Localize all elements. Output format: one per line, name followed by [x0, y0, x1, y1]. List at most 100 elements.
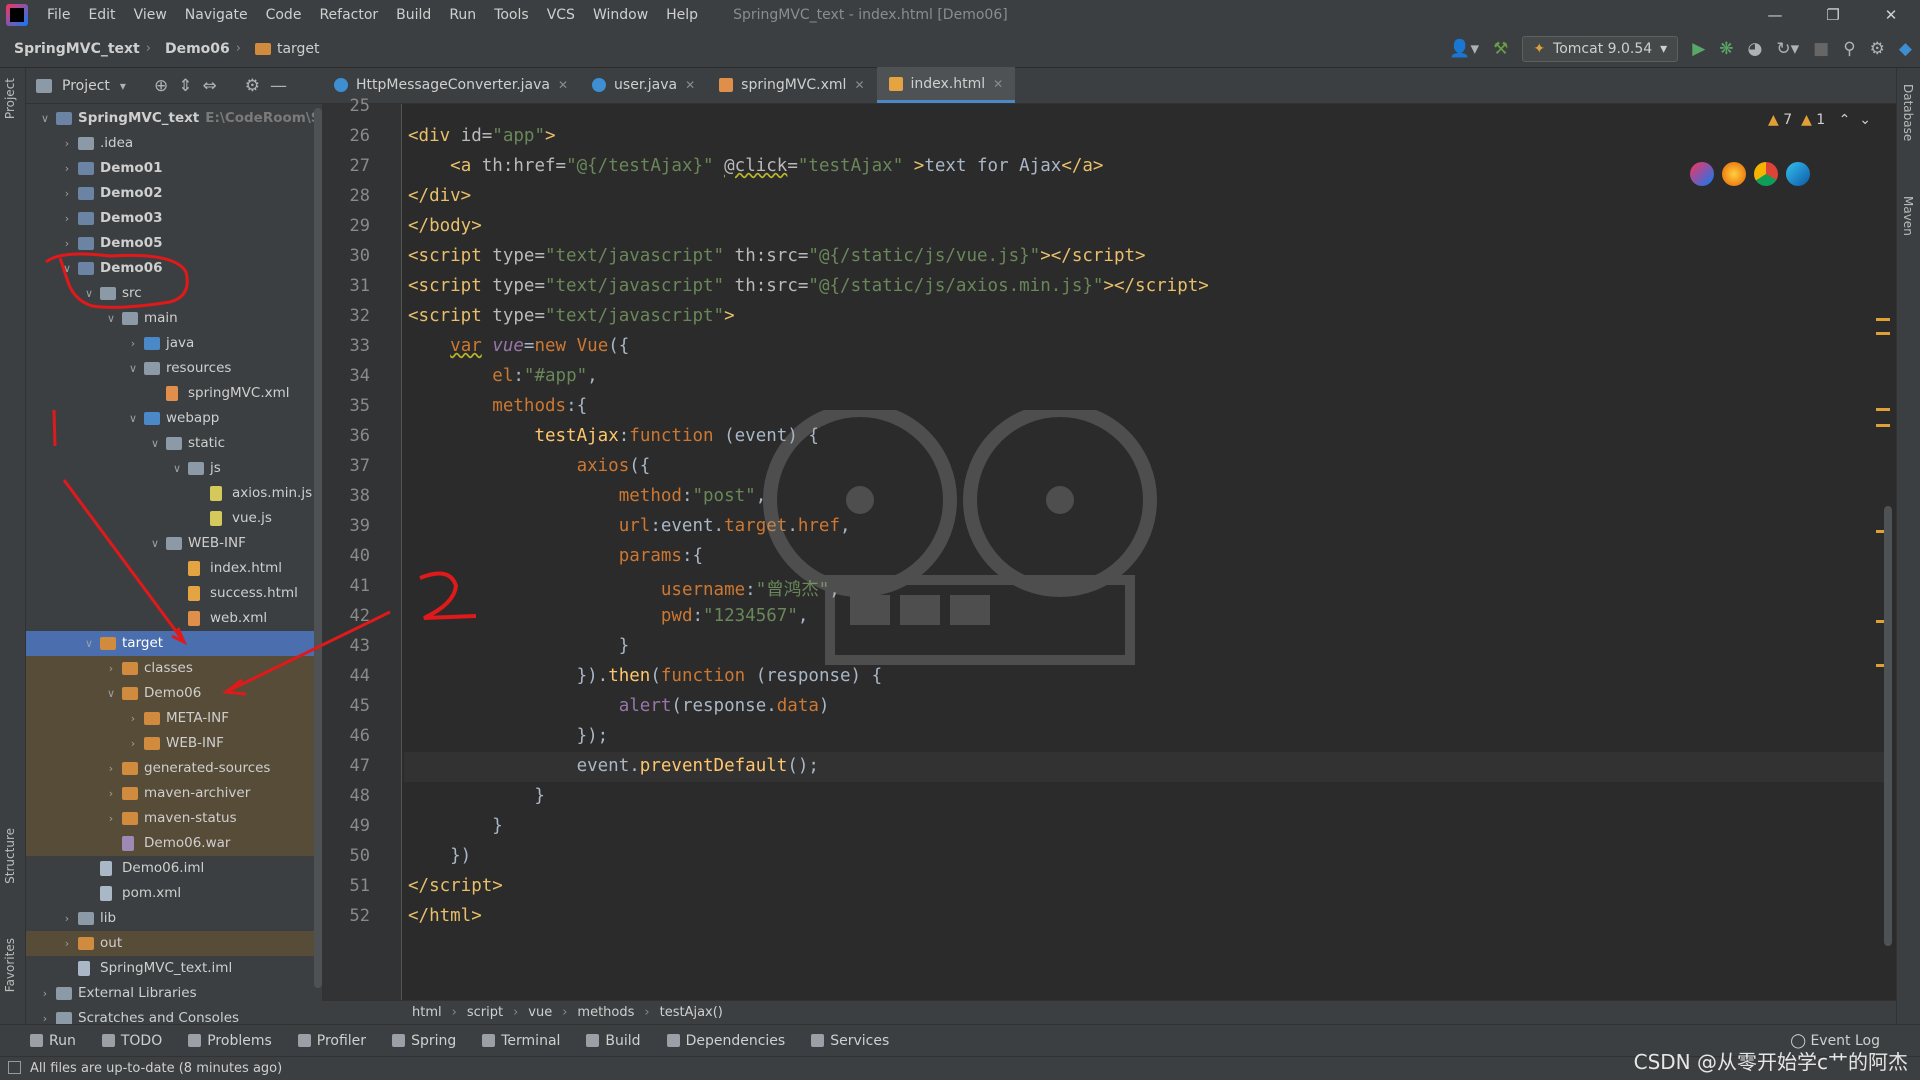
code-line[interactable]: </div>	[408, 186, 471, 206]
chevron-right-icon[interactable]: ›	[126, 706, 140, 731]
chevron-down-icon[interactable]: ∨	[148, 531, 162, 556]
chevron-down-icon[interactable]: ∨	[126, 356, 140, 381]
editor-tab-index-html[interactable]: index.html ✕	[876, 67, 1016, 103]
project-scrollbar[interactable]	[314, 108, 322, 988]
menu-tools[interactable]: Tools	[485, 0, 538, 30]
code-line[interactable]: <div id="app">	[408, 126, 556, 146]
profile-icon[interactable]: ↻▾	[1776, 39, 1799, 59]
code-line[interactable]: axios({	[408, 456, 651, 476]
chevron-right-icon[interactable]: ›	[60, 131, 74, 156]
tool-window-spring[interactable]: Spring	[392, 1033, 456, 1049]
tree-node-maven-status[interactable]: › maven-status	[26, 806, 322, 831]
chevron-down-icon[interactable]: ∨	[104, 306, 118, 331]
code-line[interactable]: var vue=new Vue({	[408, 336, 629, 356]
tree-node-index-html[interactable]: index.html	[26, 556, 322, 581]
code-line[interactable]: }	[408, 636, 630, 656]
chevron-up-icon[interactable]: ⌃	[1839, 112, 1851, 128]
intellij-browser-icon[interactable]	[1690, 162, 1714, 186]
menu-vcs[interactable]: VCS	[538, 0, 584, 30]
chevron-right-icon[interactable]: ›	[104, 781, 118, 806]
close-icon[interactable]: ✕	[685, 78, 695, 92]
tree-node-classes[interactable]: › classes	[26, 656, 322, 681]
chevron-down-icon[interactable]: ▾	[120, 79, 126, 93]
breadcrumb-item[interactable]: html	[412, 1005, 442, 1020]
code-line[interactable]: testAjax:function (event) {	[408, 426, 819, 446]
chevron-right-icon[interactable]: ›	[60, 906, 74, 931]
build-hammer-icon[interactable]: ⚒	[1493, 39, 1508, 59]
tool-window-terminal[interactable]: Terminal	[482, 1033, 560, 1049]
tree-node-java[interactable]: › java	[26, 331, 322, 356]
code-line[interactable]: }	[408, 816, 503, 836]
chevron-down-icon[interactable]: ⌄	[1859, 112, 1871, 128]
breadcrumb-item[interactable]: testAjax()	[660, 1005, 723, 1020]
tree-node-target[interactable]: ∨ target	[26, 631, 322, 656]
chevron-down-icon[interactable]: ∨	[60, 256, 74, 281]
warning-marker[interactable]	[1876, 332, 1890, 335]
chevron-right-icon[interactable]: ›	[126, 331, 140, 356]
tree-node-vue-js[interactable]: vue.js	[26, 506, 322, 531]
chevron-down-icon[interactable]: ∨	[126, 406, 140, 431]
inspection-widget[interactable]: ▲ 7 ▲ 1 ⌃ ⌄	[1768, 112, 1871, 128]
chrome-icon[interactable]	[1754, 162, 1778, 186]
tree-node--idea[interactable]: › .idea	[26, 131, 322, 156]
run-icon[interactable]: ▶	[1692, 39, 1705, 59]
tree-node-demo06[interactable]: ∨ Demo06	[26, 681, 322, 706]
code-line[interactable]: })	[408, 846, 471, 866]
chevron-right-icon[interactable]: ›	[104, 806, 118, 831]
chevron-right-icon[interactable]: ›	[60, 206, 74, 231]
tree-node-demo02[interactable]: › Demo02	[26, 181, 322, 206]
tree-node-src[interactable]: ∨ src	[26, 281, 322, 306]
code-line[interactable]: </html>	[408, 906, 482, 926]
tree-node-js[interactable]: ∨ js	[26, 456, 322, 481]
status-toggle-icon[interactable]	[8, 1061, 21, 1074]
chevron-right-icon[interactable]: ›	[60, 156, 74, 181]
tree-node-webapp[interactable]: ∨ webapp	[26, 406, 322, 431]
tree-node-springmvc-xml[interactable]: springMVC.xml	[26, 381, 322, 406]
menu-view[interactable]: View	[125, 0, 176, 30]
tree-node-pom-xml[interactable]: pom.xml	[26, 881, 322, 906]
tree-node-external-libraries[interactable]: › External Libraries	[26, 981, 322, 1006]
chevron-right-icon[interactable]: ›	[38, 981, 52, 1006]
menu-code[interactable]: Code	[257, 0, 311, 30]
warning-marker[interactable]	[1876, 318, 1890, 321]
favorites-tool-button[interactable]: Favorites	[3, 938, 17, 992]
project-tool-button[interactable]: Project	[3, 78, 17, 119]
warning-marker[interactable]	[1876, 424, 1890, 427]
chevron-right-icon[interactable]: ›	[60, 931, 74, 956]
code-line[interactable]: </script>	[408, 876, 503, 896]
code-line[interactable]: <script type="text/javascript" th:src="@…	[408, 246, 1146, 266]
menu-file[interactable]: File	[38, 0, 79, 30]
restore-button[interactable]: ❐	[1804, 0, 1862, 30]
debug-icon[interactable]: ❋	[1719, 39, 1733, 59]
structure-tool-button[interactable]: Structure	[3, 828, 17, 884]
menu-run[interactable]: Run	[440, 0, 485, 30]
tool-window-build[interactable]: Build	[586, 1033, 641, 1049]
code-line[interactable]: method:"post",	[408, 486, 767, 506]
chevron-right-icon[interactable]: ›	[104, 656, 118, 681]
breadcrumb-item[interactable]: script	[467, 1005, 503, 1020]
warning-marker[interactable]	[1876, 408, 1890, 411]
menu-navigate[interactable]: Navigate	[176, 0, 257, 30]
tree-node-springmvc-text[interactable]: ∨ SpringMVC_text E:\CodeRoom\Spring	[26, 106, 322, 131]
firefox-icon[interactable]	[1722, 162, 1746, 186]
menu-help[interactable]: Help	[657, 0, 707, 30]
close-icon[interactable]: ✕	[993, 77, 1003, 91]
code-line[interactable]: }	[408, 786, 545, 806]
tree-node-lib[interactable]: › lib	[26, 906, 322, 931]
nav-crumb-project[interactable]: SpringMVC_text	[0, 41, 140, 57]
run-config-select[interactable]: ✦ Tomcat 9.0.54 ▾	[1522, 36, 1679, 62]
tool-window-todo[interactable]: TODO	[101, 1033, 162, 1049]
jetbrains-toolbox-icon[interactable]: ◆	[1899, 39, 1912, 59]
editor-scrollbar[interactable]	[1884, 506, 1892, 946]
nav-crumb-folder[interactable]: target	[241, 41, 320, 57]
chevron-down-icon[interactable]: ∨	[38, 106, 52, 131]
code-line[interactable]: event.preventDefault();	[408, 756, 819, 776]
search-icon[interactable]: ⚲	[1843, 39, 1855, 59]
chevron-right-icon[interactable]: ›	[38, 1006, 52, 1024]
tool-window-problems[interactable]: Problems	[188, 1033, 272, 1049]
gear-icon[interactable]: ⚙	[1870, 39, 1885, 59]
code-line[interactable]: </body>	[408, 216, 482, 236]
collapse-all-icon[interactable]: ⇔	[202, 76, 216, 96]
code-line[interactable]: alert(response.data)	[408, 696, 830, 716]
chevron-right-icon[interactable]: ›	[60, 231, 74, 256]
